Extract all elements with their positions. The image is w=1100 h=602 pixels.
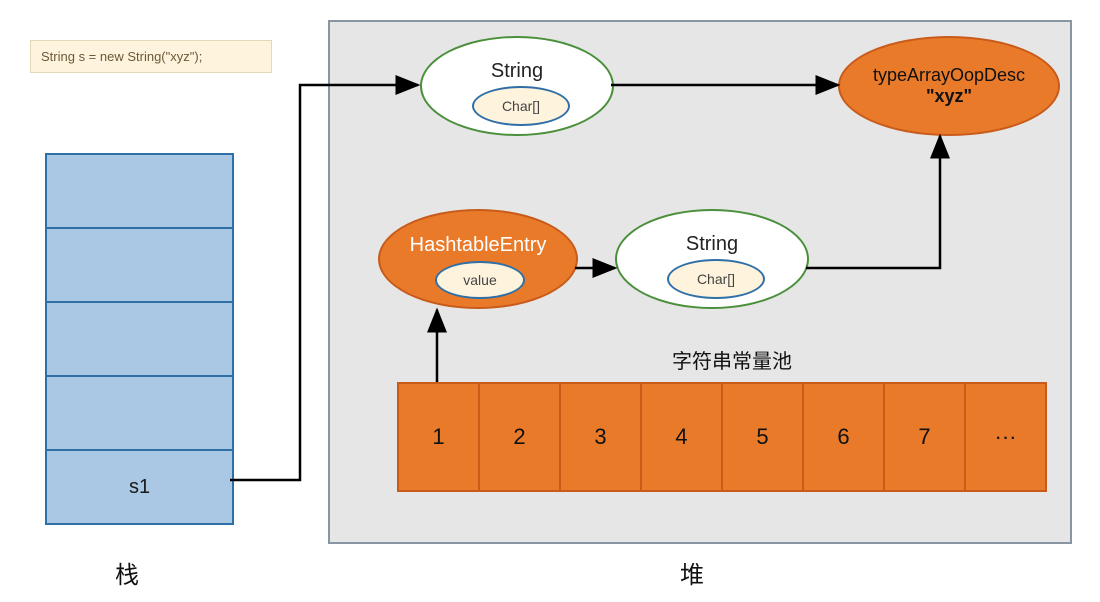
pool-cell: 5 <box>723 384 804 490</box>
stack-cell <box>47 229 232 303</box>
hashtable-entry: HashtableEntry value <box>378 209 578 309</box>
pool-cell: 2 <box>480 384 561 490</box>
stack-cell <box>47 303 232 377</box>
string-object-1: String Char[] <box>420 36 614 136</box>
heap-label: 堆 <box>680 555 704 590</box>
pool-cell: 3 <box>561 384 642 490</box>
stack-cell <box>47 377 232 451</box>
typearray-object: typeArrayOopDesc "xyz" <box>838 36 1060 136</box>
pool-cell: 1 <box>399 384 480 490</box>
pool-cell: 4 <box>642 384 723 490</box>
stack-cell <box>47 155 232 229</box>
string-pool: 1 2 3 4 5 6 7 ··· <box>397 382 1047 492</box>
typearray-title: typeArrayOopDesc <box>873 65 1025 86</box>
pool-cell: 6 <box>804 384 885 490</box>
string-pool-title: 字符串常量池 <box>672 345 792 374</box>
hashtable-entry-value: value <box>435 261 525 299</box>
stack-label: 栈 <box>115 555 139 590</box>
string-object-char-array: Char[] <box>472 86 570 126</box>
pool-cell: ··· <box>966 384 1045 490</box>
stack-region: s1 <box>45 153 234 525</box>
string-object-2: String Char[] <box>615 209 809 309</box>
string-object-char-array: Char[] <box>667 259 765 299</box>
stack-cell: s1 <box>47 451 232 523</box>
pool-cell: 7 <box>885 384 966 490</box>
code-snippet: String s = new String("xyz"); <box>30 40 272 73</box>
typearray-value: "xyz" <box>926 86 972 107</box>
